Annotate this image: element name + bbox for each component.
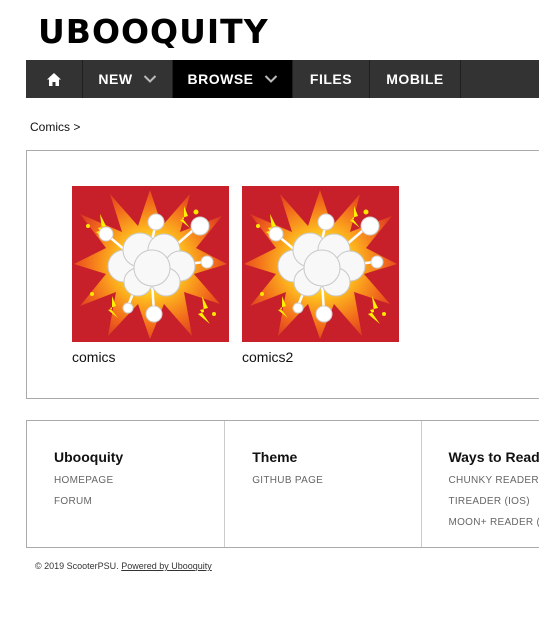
moon-reader-link[interactable]: MOON+ READER (A [448, 517, 539, 528]
home-icon [47, 72, 61, 86]
nav-mobile-label: MOBILE [386, 71, 444, 87]
footer-heading: Theme [252, 449, 298, 465]
home-button[interactable] [26, 60, 83, 98]
comic-folder-tile[interactable]: comics [72, 186, 229, 365]
nav-browse[interactable]: BROWSE [173, 60, 293, 98]
logo[interactable]: UBOOQUITY [38, 12, 269, 52]
comic-explosion-thumbnail[interactable] [72, 186, 229, 342]
comic-folder-tile[interactable]: comics2 [242, 186, 399, 365]
browse-panel: comics comics2 [26, 150, 539, 399]
nav-files-label: FILES [309, 71, 353, 87]
homepage-link[interactable]: HOMEPAGE [54, 475, 224, 486]
main-nav: NEW BROWSE FILES MOBILE [26, 60, 539, 98]
footer-heading: Ways to Read [448, 449, 539, 465]
footer: Ubooquity HOMEPAGE FORUM Theme GITHUB PA… [26, 420, 539, 548]
chevron-down-icon [264, 75, 277, 83]
chunky-reader-link[interactable]: CHUNKY READER [448, 475, 539, 486]
nav-new[interactable]: NEW [83, 60, 173, 98]
nav-files[interactable]: FILES [293, 60, 370, 98]
powered-by-link[interactable]: Powered by Ubooquity [121, 561, 212, 571]
tireader-link[interactable]: TIREADER (IOS) [448, 496, 539, 507]
footer-column-ways-to-read: Ways to Read CHUNKY READER TIREADER (IOS… [421, 421, 539, 547]
forum-link[interactable]: FORUM [54, 496, 224, 507]
comic-explosion-thumbnail[interactable] [242, 186, 399, 342]
footer-column-theme: Theme GITHUB PAGE [224, 421, 421, 547]
copyright: © 2019 ScooterPSU. Powered by Ubooquity [35, 561, 212, 571]
breadcrumb[interactable]: Comics > [30, 120, 80, 134]
footer-column-ubooquity: Ubooquity HOMEPAGE FORUM [27, 421, 224, 547]
chevron-down-icon [143, 75, 156, 83]
nav-new-label: NEW [98, 71, 133, 87]
nav-browse-label: BROWSE [187, 71, 254, 87]
folder-label[interactable]: comics2 [242, 349, 399, 365]
nav-mobile[interactable]: MOBILE [370, 60, 461, 98]
github-page-link[interactable]: GITHUB PAGE [252, 475, 421, 486]
folder-label[interactable]: comics [72, 349, 229, 365]
copyright-text: © 2019 ScooterPSU. [35, 561, 119, 571]
footer-heading: Ubooquity [54, 449, 124, 465]
